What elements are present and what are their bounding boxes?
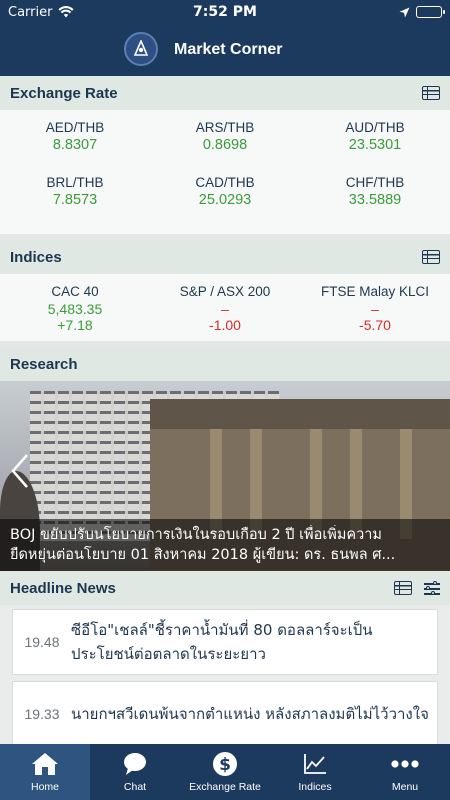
indices-title: Indices [10, 248, 62, 266]
index-item[interactable]: FTSE Malay KLCI – -5.70 [300, 284, 450, 333]
index-name: S&P / ASX 200 [179, 284, 271, 299]
headline-news-title: Headline News [10, 579, 116, 597]
home-icon [30, 751, 60, 777]
dollar-icon: $ [212, 751, 238, 777]
index-name: CAC 40 [51, 284, 99, 299]
chart-icon [303, 751, 327, 777]
rate-item[interactable]: AUD/THB 23.5301 [300, 116, 450, 171]
bottom-tab-bar: Home Chat $ Exchange Rate Indices Menu [0, 744, 450, 800]
rate-pair: ARS/THB [195, 120, 255, 135]
rate-value: 23.5301 [348, 137, 402, 153]
wifi-icon [58, 6, 74, 18]
table-view-icon[interactable] [394, 581, 412, 595]
rate-item[interactable]: CAD/THB 25.0293 [150, 171, 300, 226]
tab-label: Indices [298, 781, 332, 793]
bank-logo-icon [124, 32, 158, 66]
svg-text:$: $ [219, 755, 231, 775]
app-title: Market Corner [174, 41, 283, 58]
index-value: 5,483.35 [47, 301, 103, 317]
tab-home[interactable]: Home [0, 744, 90, 800]
carrier-label: Carrier [8, 4, 53, 20]
research-carousel[interactable]: BOJ ขยับปรับนโยบายการเงินในรอบเกือบ 2 ปี… [0, 381, 450, 571]
rate-pair: CHF/THB [345, 175, 405, 190]
indices-header: Indices [0, 240, 450, 274]
headline-news-header: Headline News [0, 571, 450, 605]
index-change: -1.00 [209, 317, 241, 333]
rate-pair: CAD/THB [195, 175, 255, 190]
table-view-icon[interactable] [422, 250, 440, 264]
rate-value: 0.8698 [202, 137, 248, 153]
news-headline: ซีอีโอ"เชลล์"ชี้ราคาน้ำมันที่ 80 ดอลลาร์… [71, 621, 373, 663]
exchange-rate-grid: AED/THB 8.8307 ARS/THB 0.8698 AUD/THB 23.53… [0, 110, 450, 234]
index-name: FTSE Malay KLCI [320, 284, 430, 299]
tab-label: Home [30, 781, 59, 793]
location-arrow-icon [399, 7, 410, 17]
indices-grid: CAC 40 5,483.35 +7.18 S&P / ASX 200 – -1… [0, 274, 450, 341]
rate-pair: BRL/THB [46, 175, 104, 190]
rate-value: 7.8573 [52, 192, 98, 208]
index-change: +7.18 [57, 317, 93, 333]
rate-value: 25.0293 [198, 192, 252, 208]
index-value: – [371, 301, 379, 317]
tab-label: Exchange Rate [189, 781, 261, 793]
caption-line: ยืดหยุ่นต่อนโยบาย 01 สิงหาคม 2018 ผู้เขี… [10, 547, 396, 563]
rate-pair: AUD/THB [345, 120, 405, 135]
news-time: 19.48 [24, 634, 60, 650]
rate-item[interactable]: ARS/THB 0.8698 [150, 116, 300, 171]
rate-item[interactable]: CHF/THB 33.5889 [300, 171, 450, 226]
index-value: – [221, 301, 229, 317]
tab-menu[interactable]: Menu [360, 751, 450, 793]
battery-icon [416, 6, 445, 18]
rate-value: 8.8307 [52, 137, 98, 153]
tab-indices[interactable]: Indices [270, 751, 360, 793]
exchange-rate-header: Exchange Rate [0, 76, 450, 110]
index-item[interactable]: S&P / ASX 200 – -1.00 [150, 284, 300, 333]
tab-chat[interactable]: Chat [90, 751, 180, 793]
tab-label: Chat [123, 781, 147, 793]
chevron-left-icon[interactable] [10, 453, 30, 489]
news-item[interactable]: 19.33 นายกฯสวีเดนพ้นจากตำแหน่ง หลังสภาลง… [12, 681, 438, 747]
caption-line: BOJ ขยับปรับนโยบายการเงินในรอบเกือบ 2 ปี… [10, 527, 382, 543]
tab-exchange-rate[interactable]: $ Exchange Rate [180, 751, 270, 793]
research-header: Research [0, 347, 450, 381]
filter-sliders-icon[interactable] [424, 581, 440, 595]
top-bar: Carrier 7:52 PM Market Corner [0, 0, 450, 76]
index-change: -5.70 [359, 317, 391, 333]
research-caption[interactable]: BOJ ขยับปรับนโยบายการเงินในรอบเกือบ 2 ปี… [0, 519, 450, 571]
research-title: Research [10, 355, 78, 373]
exchange-rate-title: Exchange Rate [10, 84, 118, 102]
news-list: 19.48 ซีอีโอ"เชลล์"ชี้ราคาน้ำมันที่ 80 ด… [0, 605, 450, 765]
table-view-icon[interactable] [422, 86, 440, 100]
tab-label: Menu [391, 781, 419, 793]
more-icon [390, 751, 420, 777]
app-header: Market Corner [0, 24, 450, 76]
chat-icon [122, 751, 148, 777]
rate-item[interactable]: AED/THB 8.8307 [0, 116, 150, 171]
index-item[interactable]: CAC 40 5,483.35 +7.18 [0, 284, 150, 333]
rate-pair: AED/THB [45, 120, 105, 135]
rate-item[interactable]: BRL/THB 7.8573 [0, 171, 150, 226]
news-time: 19.33 [24, 706, 60, 722]
news-headline: นายกฯสวีเดนพ้นจากตำแหน่ง หลังสภาลงมติไม่… [71, 705, 429, 723]
rate-value: 33.5889 [348, 192, 402, 208]
status-bar: Carrier 7:52 PM [0, 0, 450, 24]
news-item[interactable]: 19.48 ซีอีโอ"เชลล์"ชี้ราคาน้ำมันที่ 80 ด… [12, 609, 438, 675]
